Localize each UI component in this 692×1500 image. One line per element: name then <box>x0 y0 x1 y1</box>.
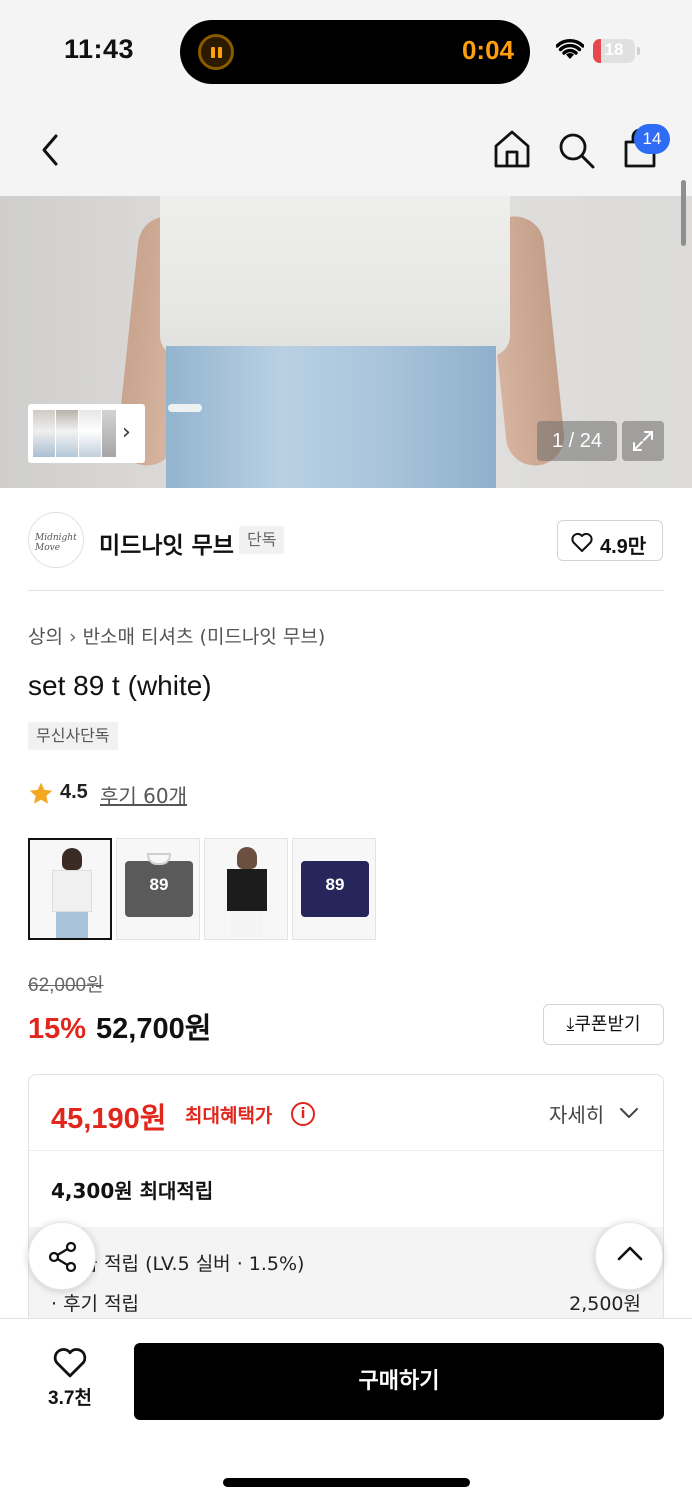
variant-navy[interactable]: 89 <box>292 838 376 940</box>
timer-readout: 0:04 <box>461 35 514 65</box>
max-benefit-label: 최대혜택가 <box>185 1105 273 1127</box>
model-shirt <box>227 869 267 911</box>
home-icon[interactable] <box>492 128 532 170</box>
divider <box>28 590 664 591</box>
model-head <box>62 848 82 870</box>
breadcrumb-subcategory[interactable]: 반소매 티셔츠 (미드나잇 무브) <box>83 626 326 648</box>
back-icon[interactable] <box>36 130 66 170</box>
model-thumbnail <box>227 847 267 937</box>
brand-like-count: 4.9만 <box>600 536 647 558</box>
benefit-panel: 45,190원 최대혜택가 i 자세히 4,300원 최대적립 · 등급 적립 … <box>28 1074 664 1334</box>
brand-name[interactable]: 미드나잇 무브 <box>99 526 234 560</box>
wishlist-count: 3.7천 <box>48 1388 92 1409</box>
variant-white[interactable] <box>28 838 112 940</box>
brand-exclusive-badge: 단독 <box>239 526 285 554</box>
model-head <box>237 847 257 869</box>
points-row-label: · 후기 적립 <box>51 1293 140 1315</box>
shirt-number: 89 <box>325 875 345 894</box>
pause-icon[interactable] <box>198 34 234 70</box>
wifi-icon <box>556 39 584 59</box>
max-benefit-price: 45,190원 <box>51 1103 167 1135</box>
model-skirt <box>231 911 263 937</box>
benefit-detail-toggle[interactable]: 자세히 <box>549 1099 638 1128</box>
top-nav <box>0 100 692 196</box>
expand-image-button[interactable] <box>622 421 664 461</box>
share-icon <box>48 1241 77 1273</box>
shirt-thumbnail: 89 <box>301 861 369 917</box>
scrollbar[interactable] <box>681 180 686 246</box>
search-icon[interactable] <box>556 130 596 170</box>
variant-charcoal[interactable]: 89 <box>116 838 200 940</box>
bottom-action-bar: 3.7천 구매하기 <box>0 1318 692 1500</box>
gallery-thumbnail[interactable] <box>79 410 101 457</box>
model-thumbnail <box>52 848 92 938</box>
info-icon[interactable]: i <box>291 1102 315 1126</box>
product-title: set 89 t (white) <box>28 670 212 701</box>
brand-like-button[interactable]: 4.9만 <box>557 520 663 561</box>
photo-jeans <box>166 346 496 488</box>
gallery-thumbnail-strip[interactable]: › <box>28 404 145 463</box>
gallery-page-counter: 1 / 24 <box>537 421 617 461</box>
chevron-right-icon[interactable]: › <box>122 420 131 445</box>
shirt-collar <box>147 853 171 865</box>
battery-icon: 18 <box>593 39 635 63</box>
coupon-button-label: 쿠폰받기 <box>574 1014 641 1035</box>
wishlist-button[interactable]: 3.7천 <box>30 1345 110 1415</box>
model-shirt <box>52 870 92 912</box>
gallery-thumbnail[interactable] <box>56 410 78 457</box>
chevron-up-icon <box>617 1246 643 1261</box>
coupon-button[interactable]: ⤓쿠폰받기 <box>543 1004 664 1045</box>
review-count-link[interactable]: 후기 60개 <box>100 780 187 809</box>
status-bar: 11:43 0:04 18 <box>0 0 692 100</box>
brand-logo[interactable]: Midnight Move <box>28 512 84 568</box>
rating-value: 4.5 <box>60 781 88 803</box>
home-indicator[interactable] <box>223 1478 470 1487</box>
gallery-thumbnail[interactable] <box>33 410 55 457</box>
exclusive-badge: 무신사단독 <box>28 722 118 750</box>
original-price: 62,000원 <box>28 975 104 996</box>
battery-tip <box>637 47 640 55</box>
discount-rate: 15% <box>28 1013 87 1045</box>
breadcrumb: 상의 › 반소매 티셔츠 (미드나잇 무브) <box>28 622 325 649</box>
battery-level: 18 <box>604 40 624 59</box>
sale-price-row: 15% 52,700원 <box>28 1005 211 1047</box>
variant-black[interactable] <box>204 838 288 940</box>
breadcrumb-category[interactable]: 상의 <box>28 626 63 648</box>
points-row-value: 2,500원 <box>569 1293 641 1315</box>
brand-row: Midnight Move 미드나잇 무브 단독 4.9만 <box>28 512 664 570</box>
heart-icon <box>53 1348 87 1378</box>
chevron-right-icon: › <box>68 626 77 648</box>
photo-shirt <box>160 196 510 356</box>
shirt-number: 89 <box>149 875 169 894</box>
points-row-grade: · 등급 적립 (LV.5 실버 · 1.5%) 6 <box>51 1249 641 1276</box>
chevron-down-icon <box>620 1108 638 1118</box>
points-row-review: · 후기 적립 2,500원 <box>51 1289 641 1316</box>
scroll-to-top-button[interactable] <box>595 1222 663 1290</box>
max-points: 4,300원 최대적립 <box>51 1179 214 1203</box>
sale-price: 52,700원 <box>96 1013 212 1045</box>
photo-jeans-rip <box>168 404 202 412</box>
buy-button[interactable]: 구매하기 <box>134 1343 664 1420</box>
star-icon <box>29 782 53 804</box>
clock: 11:43 <box>64 34 135 64</box>
cart-count-badge[interactable]: 14 <box>634 124 670 154</box>
brand-logo-text: Midnight Move <box>35 533 77 553</box>
share-button[interactable] <box>28 1222 96 1290</box>
dynamic-island[interactable]: 0:04 <box>180 20 530 84</box>
expand-icon <box>633 431 653 451</box>
model-jeans <box>56 912 88 938</box>
gallery-thumbnail[interactable] <box>102 410 116 457</box>
benefit-header[interactable]: 45,190원 최대혜택가 i 자세히 <box>29 1075 663 1151</box>
shirt-thumbnail: 89 <box>125 853 193 917</box>
heart-icon <box>571 532 593 552</box>
benefit-detail-label: 자세히 <box>549 1103 605 1127</box>
